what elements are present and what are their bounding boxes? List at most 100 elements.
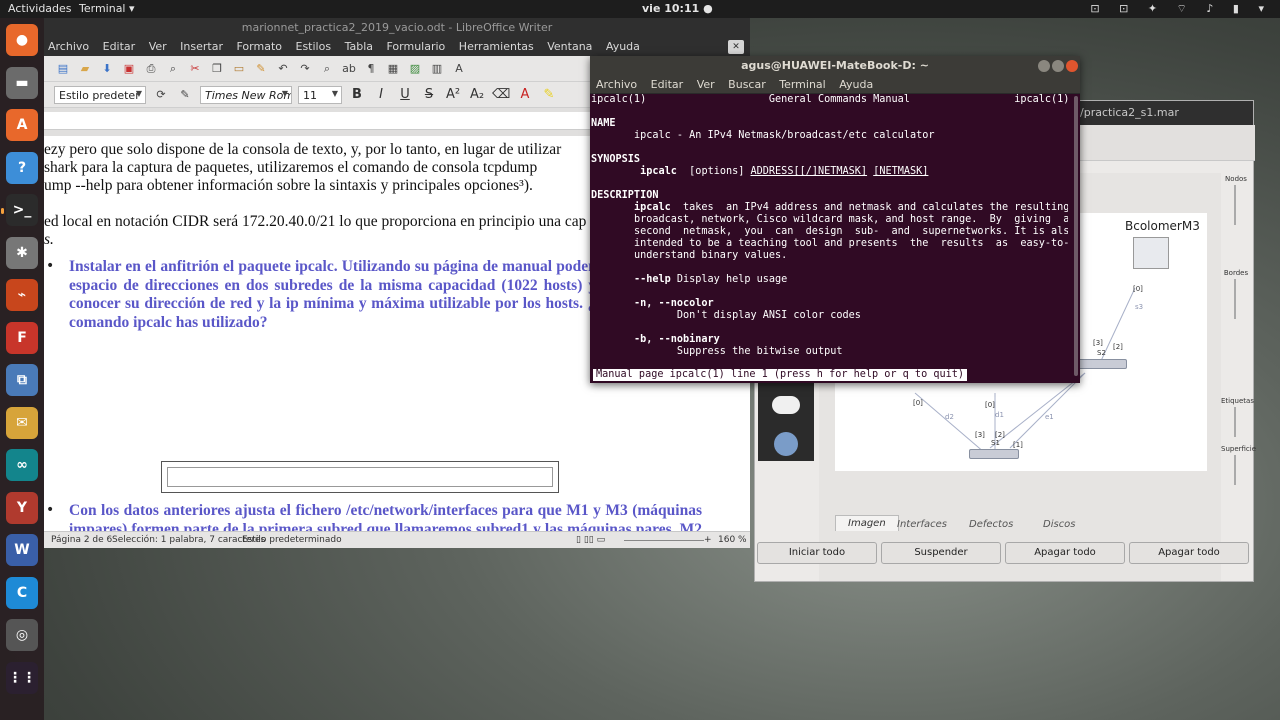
app-menu-terminal[interactable]: Terminal ▾ bbox=[79, 2, 135, 15]
menu-estilos[interactable]: Estilos bbox=[296, 40, 332, 53]
terminal-menu-archivo[interactable]: Archivo bbox=[596, 78, 637, 91]
terminal-output[interactable]: ipcalc(1) General Commands Manual ipcalc… bbox=[590, 94, 1068, 383]
font-size-combo[interactable]: 11 ▼ bbox=[298, 85, 342, 104]
font-name-combo[interactable]: Times New Rom ▼ bbox=[200, 85, 292, 104]
spelling-icon[interactable]: ab bbox=[340, 61, 358, 77]
show-apps-icon[interactable]: ⋮⋮ bbox=[6, 661, 38, 694]
find-replace-icon[interactable]: ⌕ bbox=[318, 61, 336, 77]
answer-field[interactable] bbox=[167, 467, 553, 487]
zoom-level[interactable]: 160 % bbox=[718, 535, 747, 545]
print-icon[interactable]: ⎙ bbox=[142, 61, 160, 77]
close-icon[interactable] bbox=[1066, 60, 1078, 72]
nodes-slider[interactable] bbox=[1234, 185, 1236, 225]
clone-format-icon[interactable]: ✎ bbox=[252, 61, 270, 77]
terminal-scrollbar[interactable] bbox=[1068, 94, 1080, 383]
tab-defectos[interactable]: Defectos bbox=[969, 519, 1013, 530]
mail-icon[interactable]: ✉ bbox=[6, 406, 38, 439]
switch-s1-icon[interactable] bbox=[969, 449, 1019, 459]
network-app-icon[interactable]: ⧉ bbox=[6, 364, 38, 396]
start-all-button[interactable]: Iniciar todo bbox=[757, 542, 877, 564]
terminal-menu-ayuda[interactable]: Ayuda bbox=[839, 78, 873, 91]
bold-icon[interactable]: B bbox=[348, 87, 366, 102]
circuit-icon[interactable]: ⌁ bbox=[6, 279, 38, 311]
superscript-icon[interactable]: A² bbox=[444, 87, 462, 102]
switch-s2-icon[interactable] bbox=[1077, 359, 1127, 369]
help-icon[interactable]: ? bbox=[6, 151, 38, 184]
webcam-icon[interactable]: ◎ bbox=[6, 619, 38, 651]
new-style-icon[interactable]: ✎ bbox=[176, 87, 194, 103]
italic-icon[interactable]: I bbox=[372, 87, 390, 102]
cloud-icon[interactable] bbox=[772, 396, 800, 414]
files-icon[interactable]: ▬ bbox=[6, 66, 38, 99]
page-indicator[interactable]: Página 2 de 6 bbox=[51, 535, 112, 545]
arduino-icon[interactable]: ∞ bbox=[6, 449, 38, 481]
clock[interactable]: vie 10:11 ● bbox=[642, 2, 713, 15]
globe-icon[interactable] bbox=[774, 432, 798, 456]
save-icon[interactable]: ⬇ bbox=[98, 61, 116, 77]
software-center-icon[interactable]: A bbox=[6, 109, 38, 141]
menu-formulario[interactable]: Formulario bbox=[387, 40, 446, 53]
writer-icon[interactable]: W bbox=[6, 534, 38, 566]
system-tray[interactable]: ⊡ ⊡ ✦ ⌔ ♪ ▮ ▾ bbox=[1090, 2, 1272, 16]
undo-icon[interactable]: ↶ bbox=[274, 61, 292, 77]
zoom-in-icon[interactable]: + bbox=[704, 535, 712, 545]
suspend-button[interactable]: Suspender bbox=[881, 542, 1001, 564]
menu-ver[interactable]: Ver bbox=[149, 40, 167, 53]
insert-textbox-icon[interactable]: A bbox=[450, 61, 468, 77]
poweroff-all-button[interactable]: Apagar todo bbox=[1129, 542, 1249, 564]
highlight-icon[interactable]: ✎ bbox=[540, 87, 558, 102]
paste-icon[interactable]: ▭ bbox=[230, 61, 248, 77]
gnome-icon[interactable]: ✱ bbox=[6, 236, 38, 269]
view-layout-icons[interactable]: ▯ ▯▯ ▭ bbox=[576, 535, 605, 545]
tab-interfaces[interactable]: Interfaces bbox=[897, 519, 947, 530]
subscript-icon[interactable]: A₂ bbox=[468, 87, 486, 102]
menu-herramientas[interactable]: Herramientas bbox=[459, 40, 534, 53]
tab-imagen[interactable]: Imagen bbox=[835, 515, 899, 531]
terminal-icon[interactable]: >_ bbox=[6, 194, 38, 226]
font-app-icon[interactable]: F bbox=[6, 321, 38, 354]
strikethrough-icon[interactable]: S bbox=[420, 87, 438, 102]
terminal-menu-editar[interactable]: Editar bbox=[651, 78, 684, 91]
edges-slider[interactable] bbox=[1234, 279, 1236, 319]
firefox-icon[interactable]: ● bbox=[6, 24, 38, 56]
yahoo-icon[interactable]: Y bbox=[6, 491, 38, 524]
close-document-icon[interactable]: ✕ bbox=[728, 40, 744, 54]
answer-box[interactable] bbox=[161, 461, 559, 493]
insert-table-icon[interactable]: ▦ bbox=[384, 61, 402, 77]
minimize-icon[interactable] bbox=[1038, 60, 1050, 72]
menu-ventana[interactable]: Ventana bbox=[547, 40, 592, 53]
update-style-icon[interactable]: ⟳ bbox=[152, 87, 170, 103]
new-document-icon[interactable]: ▤ bbox=[54, 61, 72, 77]
menu-editar[interactable]: Editar bbox=[103, 40, 136, 53]
underline-icon[interactable]: U bbox=[396, 87, 414, 102]
terminal-menu-ver[interactable]: Ver bbox=[697, 78, 715, 91]
shutdown-all-button[interactable]: Apagar todo bbox=[1005, 542, 1125, 564]
open-folder-icon[interactable]: ▰ bbox=[76, 61, 94, 77]
activities-button[interactable]: Actividades bbox=[8, 2, 72, 15]
c-app-icon[interactable]: C bbox=[6, 576, 38, 609]
menu-tabla[interactable]: Tabla bbox=[345, 40, 373, 53]
menu-archivo[interactable]: Archivo bbox=[48, 40, 89, 53]
insert-image-icon[interactable]: ▨ bbox=[406, 61, 424, 77]
menu-insertar[interactable]: Insertar bbox=[180, 40, 223, 53]
zoom-slider[interactable] bbox=[624, 540, 704, 541]
insert-chart-icon[interactable]: ▥ bbox=[428, 61, 446, 77]
surface-slider[interactable] bbox=[1234, 455, 1236, 485]
maximize-icon[interactable] bbox=[1052, 60, 1064, 72]
computer-icon[interactable] bbox=[1133, 237, 1169, 269]
copy-icon[interactable]: ❐ bbox=[208, 61, 226, 77]
terminal-menu-buscar[interactable]: Buscar bbox=[728, 78, 766, 91]
paragraph-style-combo[interactable]: Estilo predeter ▼ bbox=[54, 85, 146, 104]
tab-discos[interactable]: Discos bbox=[1043, 519, 1076, 530]
terminal-menu-terminal[interactable]: Terminal bbox=[779, 78, 826, 91]
labels-slider[interactable] bbox=[1234, 407, 1236, 437]
print-preview-icon[interactable]: ⌕ bbox=[164, 61, 182, 77]
clear-formatting-icon[interactable]: ⌫ bbox=[492, 87, 510, 102]
redo-icon[interactable]: ↷ bbox=[296, 61, 314, 77]
scrollbar-thumb[interactable] bbox=[1074, 96, 1078, 376]
font-color-icon[interactable]: A bbox=[516, 87, 534, 102]
cut-icon[interactable]: ✂ bbox=[186, 61, 204, 77]
menu-formato[interactable]: Formato bbox=[237, 40, 283, 53]
export-pdf-icon[interactable]: ▣ bbox=[120, 61, 138, 77]
menu-ayuda[interactable]: Ayuda bbox=[606, 40, 640, 53]
